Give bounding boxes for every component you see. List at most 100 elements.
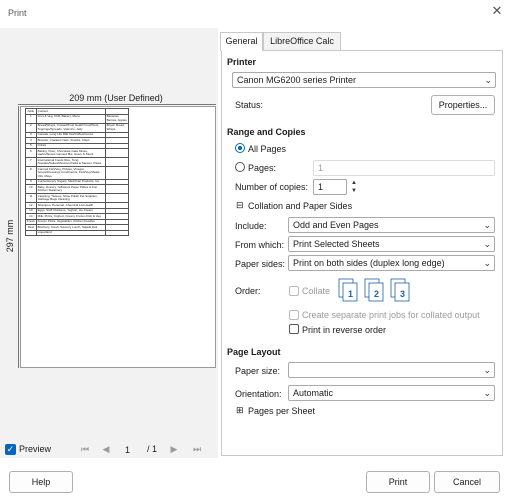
preview-table-row: Liquorland — [25, 229, 130, 236]
collate-pages-icon: 1 2 3 — [338, 278, 410, 302]
reverse-order-label: Print in reverse order — [302, 325, 387, 335]
preview-table-cell: Fruit & Veg, Chill, Bakery, Menu — [35, 113, 106, 124]
preview-table-row: 6 Baking, Flour, Chocolate Cake Mixes, He… — [25, 148, 130, 158]
preview-table-cell: 2 — [25, 122, 37, 133]
from-which-select[interactable]: Print Selected Sheets ⌄ — [288, 236, 495, 252]
last-page-icon[interactable]: ⏭ — [191, 443, 203, 455]
preview-table-row: 7 International Foods Rice, Tong Noodles/… — [25, 157, 130, 167]
page-height-label: 297 mm — [5, 219, 15, 253]
preview-table-row: 1 Fruit & Veg, Chill, Bakery, Menu Bananas… — [25, 113, 130, 124]
paper-sides-label: Paper sides: — [235, 259, 286, 269]
all-pages-radio[interactable] — [235, 143, 245, 153]
preview-table-cell: Baking, Flour, Chocolate Cake Mixes, Her… — [35, 148, 106, 158]
pages-label: Pages: — [248, 163, 277, 173]
preview-table-row: 11 Cleaning, Tissues, Shoe Polish Pet Sup… — [25, 193, 130, 203]
paper-size-label: Paper size: — [235, 366, 281, 376]
orientation-select[interactable]: Automatic ⌄ — [288, 385, 495, 401]
chevron-down-icon: ⌄ — [483, 365, 491, 375]
all-pages-label: All Pages — [248, 144, 287, 154]
title-bar — [0, 0, 506, 28]
preview-checkbox[interactable]: ✓ — [5, 444, 16, 455]
height-dimension-line — [18, 106, 19, 368]
window-title: Print — [8, 8, 27, 18]
tab-general[interactable]: General — [220, 32, 263, 51]
page-layout-section-title: Page Layout — [227, 347, 281, 357]
page-count: / 1 — [147, 444, 158, 454]
preview-document-table: Aisle Content 1 Fruit & Veg, Chill, Bakery,… — [25, 108, 130, 236]
preview-table-cell: Bananas, Berries, Apples — [104, 113, 130, 124]
collation-collapse-icon[interactable]: ⊟ — [236, 200, 244, 211]
pages-per-sheet-expand-icon[interactable]: ⊞ — [236, 405, 244, 416]
preview-table-cell: Liquorland — [35, 229, 106, 236]
preview-table-row: 10 Baby, Hosiery, Giftwares Paper Plates … — [25, 184, 130, 194]
cancel-button[interactable]: Cancel — [434, 471, 500, 493]
tab-libreoffice-calc[interactable]: LibreOffice Calc — [263, 32, 341, 50]
chevron-down-icon: ⌄ — [484, 75, 492, 85]
preview-table-cell: 8 — [25, 166, 37, 180]
pages-radio[interactable] — [235, 162, 245, 172]
help-button[interactable]: Help — [9, 471, 73, 493]
chevron-down-icon: ⌄ — [483, 258, 491, 268]
preview-label: Preview — [19, 444, 52, 454]
preview-table-cell — [104, 193, 130, 203]
printer-select[interactable]: Canon MG6200 series Printer ⌄ — [232, 72, 496, 88]
collate-checkbox[interactable] — [289, 286, 299, 296]
pages-per-sheet-expander[interactable]: Pages per Sheet — [248, 406, 315, 416]
include-select[interactable]: Odd and Even Pages ⌄ — [288, 217, 495, 233]
preview-table-cell: Brown Bread, Wraps — [104, 122, 130, 133]
printer-section-title: Printer — [227, 57, 257, 67]
preview-table-cell: 10 — [25, 184, 37, 194]
from-which-select-value: Print Selected Sheets — [293, 239, 380, 249]
chevron-down-icon: ⌄ — [483, 220, 491, 230]
properties-button[interactable]: Properties... — [431, 95, 495, 115]
orientation-label: Orientation: — [235, 389, 282, 399]
preview-table-cell — [104, 157, 130, 167]
preview-table-cell — [25, 229, 37, 236]
pages-input[interactable]: 1 — [313, 160, 495, 176]
collate-label: Collate — [302, 286, 331, 296]
orientation-select-value: Automatic — [293, 388, 334, 398]
chevron-down-icon: ⌄ — [483, 388, 491, 398]
paper-sides-select-value: Print on both sides (duplex long edge) — [293, 258, 445, 268]
preview-table-cell — [104, 229, 130, 236]
preview-table-cell: Baby, Hosiery, Giftwares Paper Plates & … — [35, 184, 106, 194]
chevron-down-icon: ⌄ — [483, 239, 491, 249]
preview-table-cell: 6 — [25, 148, 37, 158]
include-label: Include: — [235, 221, 267, 231]
previous-page-icon[interactable]: ◀ — [100, 443, 112, 455]
separate-jobs-checkbox[interactable] — [289, 310, 299, 320]
preview-table-cell: Bread/Wraps, Custard/Fruit Health Food/N… — [35, 122, 106, 133]
page-number-input[interactable]: 1 — [122, 443, 144, 457]
next-page-icon[interactable]: ▶ — [168, 443, 180, 455]
print-button[interactable]: Print — [366, 471, 430, 493]
close-icon[interactable]: ✕ — [490, 4, 504, 18]
copies-input[interactable]: 1 — [313, 179, 347, 195]
copies-label: Number of copies: — [235, 182, 309, 192]
preview-table-cell: 11 — [25, 193, 37, 203]
copies-spin-icon[interactable]: ▲ ▼ — [348, 179, 360, 195]
preview-table-cell: 1 — [25, 113, 37, 124]
preview-table-cell — [104, 148, 130, 158]
preview-table-row: 2 Bread/Wraps, Custard/Fruit Health Food/… — [25, 122, 130, 133]
reverse-order-checkbox[interactable] — [289, 324, 299, 334]
preview-table-cell: International Foods Rice, Tong Noodles/I… — [35, 157, 106, 167]
status-label: Status: — [235, 100, 264, 110]
svg-text:2: 2 — [374, 289, 379, 299]
include-select-value: Odd and Even Pages — [293, 220, 379, 230]
preview-table-cell — [104, 184, 130, 194]
svg-text:1: 1 — [348, 289, 353, 299]
printer-select-value: Canon MG6200 series Printer — [237, 75, 357, 85]
order-label: Order: — [235, 286, 261, 296]
width-dimension-line — [18, 104, 216, 105]
paper-size-select[interactable]: ⌄ — [288, 362, 495, 378]
paper-sides-select[interactable]: Print on both sides (duplex long edge) ⌄ — [288, 255, 495, 271]
first-page-icon[interactable]: ⏮ — [79, 443, 91, 455]
svg-text:3: 3 — [400, 289, 405, 299]
preview-table-cell — [104, 166, 130, 180]
preview-table-cell: 7 — [25, 157, 37, 167]
collation-expander[interactable]: Collation and Paper Sides — [248, 201, 352, 211]
from-which-label: From which: — [235, 240, 285, 250]
page-width-label: 209 mm (User Defined) — [69, 93, 163, 103]
preview-table-cell: Canned Fish/Veg, Pickles, Vinegar, Soups… — [35, 166, 106, 180]
range-section-title: Range and Copies — [227, 127, 306, 137]
